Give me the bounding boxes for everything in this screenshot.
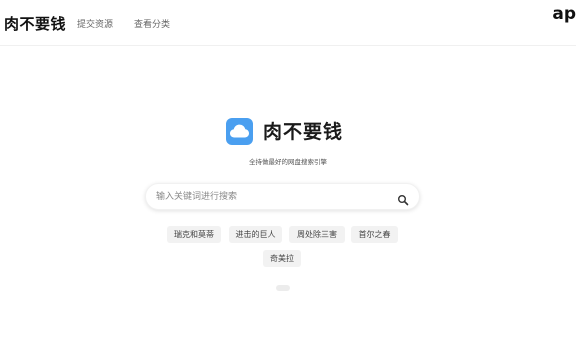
hot-tag[interactable]: 奇美拉 bbox=[263, 250, 301, 267]
nav-view-categories[interactable]: 查看分类 bbox=[134, 17, 170, 30]
corner-text: ap bbox=[552, 4, 576, 24]
page: 肉不要钱 提交资源 查看分类 ap 肉不要钱 全持做最好的网盘搜索引擎 瑞克和莫… bbox=[0, 0, 576, 356]
search-icon[interactable] bbox=[397, 191, 409, 206]
search-box bbox=[145, 183, 420, 210]
top-navigation-bar: 肉不要钱 提交资源 查看分类 ap bbox=[0, 0, 576, 46]
nav-submit-resource[interactable]: 提交资源 bbox=[77, 17, 113, 30]
cloud-icon bbox=[226, 118, 253, 145]
hot-tag[interactable]: 进击的巨人 bbox=[229, 226, 282, 243]
hero-slogan: 全持做最好的网盘搜索引擎 bbox=[249, 158, 327, 166]
loading-indicator bbox=[276, 285, 290, 291]
hot-tag[interactable]: 首尔之春 bbox=[351, 226, 398, 243]
hero-title: 肉不要钱 bbox=[263, 121, 344, 143]
hot-tag[interactable]: 周处除三害 bbox=[289, 226, 345, 243]
site-brand[interactable]: 肉不要钱 bbox=[4, 13, 66, 34]
hot-tag[interactable]: 瑞克和莫蒂 bbox=[167, 226, 221, 243]
search-input[interactable] bbox=[156, 188, 381, 206]
